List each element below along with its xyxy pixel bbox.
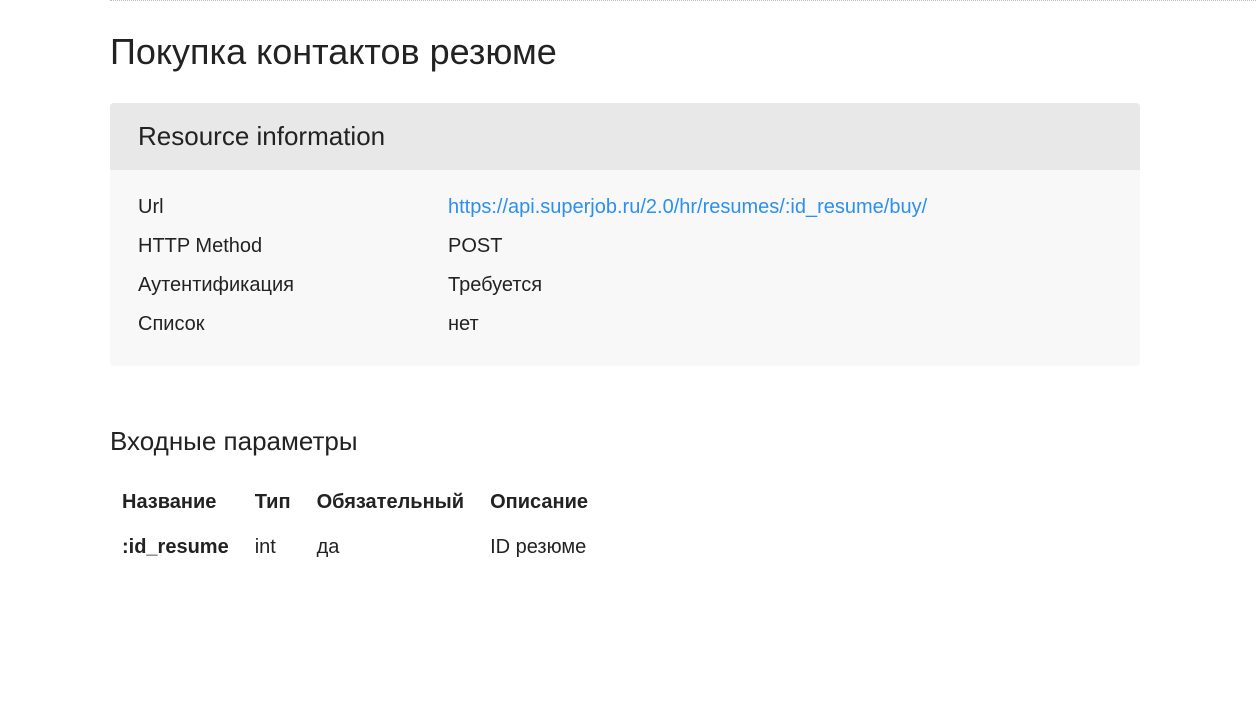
table-header-name: Название xyxy=(122,481,255,524)
resource-label-list: Список xyxy=(138,313,448,336)
resource-row-url: Url https://api.superjob.ru/2.0/hr/resum… xyxy=(138,188,1112,227)
resource-label-http-method: HTTP Method xyxy=(138,235,448,258)
table-header-type: Тип xyxy=(255,481,317,524)
table-header-required: Обязательный xyxy=(317,481,491,524)
table-header-description: Описание xyxy=(490,481,614,524)
resource-url-link[interactable]: https://api.superjob.ru/2.0/hr/resumes/:… xyxy=(448,196,927,218)
content-container: Покупка контактов резюме Resource inform… xyxy=(0,31,1256,571)
resource-information-panel: Resource information Url https://api.sup… xyxy=(110,103,1140,366)
table-row: :id_resume int да ID резюме xyxy=(122,524,614,571)
param-name-cell: :id_resume xyxy=(122,524,255,571)
param-description-cell: ID резюме xyxy=(490,524,614,571)
resource-information-header: Resource information xyxy=(110,103,1140,170)
input-parameters-title: Входные параметры xyxy=(110,426,1146,457)
resource-value-list: нет xyxy=(448,313,479,336)
param-type-cell: int xyxy=(255,524,317,571)
resource-row-http-method: HTTP Method POST xyxy=(138,227,1112,266)
resource-value-http-method: POST xyxy=(448,235,502,258)
resource-row-list: Список нет xyxy=(138,305,1112,344)
resource-value-auth: Требуется xyxy=(448,274,542,297)
param-required-cell: да xyxy=(317,524,491,571)
input-parameters-table: Название Тип Обязательный Описание :id_r… xyxy=(122,481,614,571)
page-title: Покупка контактов резюме xyxy=(110,31,1146,73)
resource-value-url: https://api.superjob.ru/2.0/hr/resumes/:… xyxy=(448,196,927,219)
table-header-row: Название Тип Обязательный Описание xyxy=(122,481,614,524)
resource-row-auth: Аутентификация Требуется xyxy=(138,266,1112,305)
resource-label-url: Url xyxy=(138,196,448,219)
resource-label-auth: Аутентификация xyxy=(138,274,448,297)
section-divider xyxy=(110,0,1256,1)
resource-information-body: Url https://api.superjob.ru/2.0/hr/resum… xyxy=(110,170,1140,366)
